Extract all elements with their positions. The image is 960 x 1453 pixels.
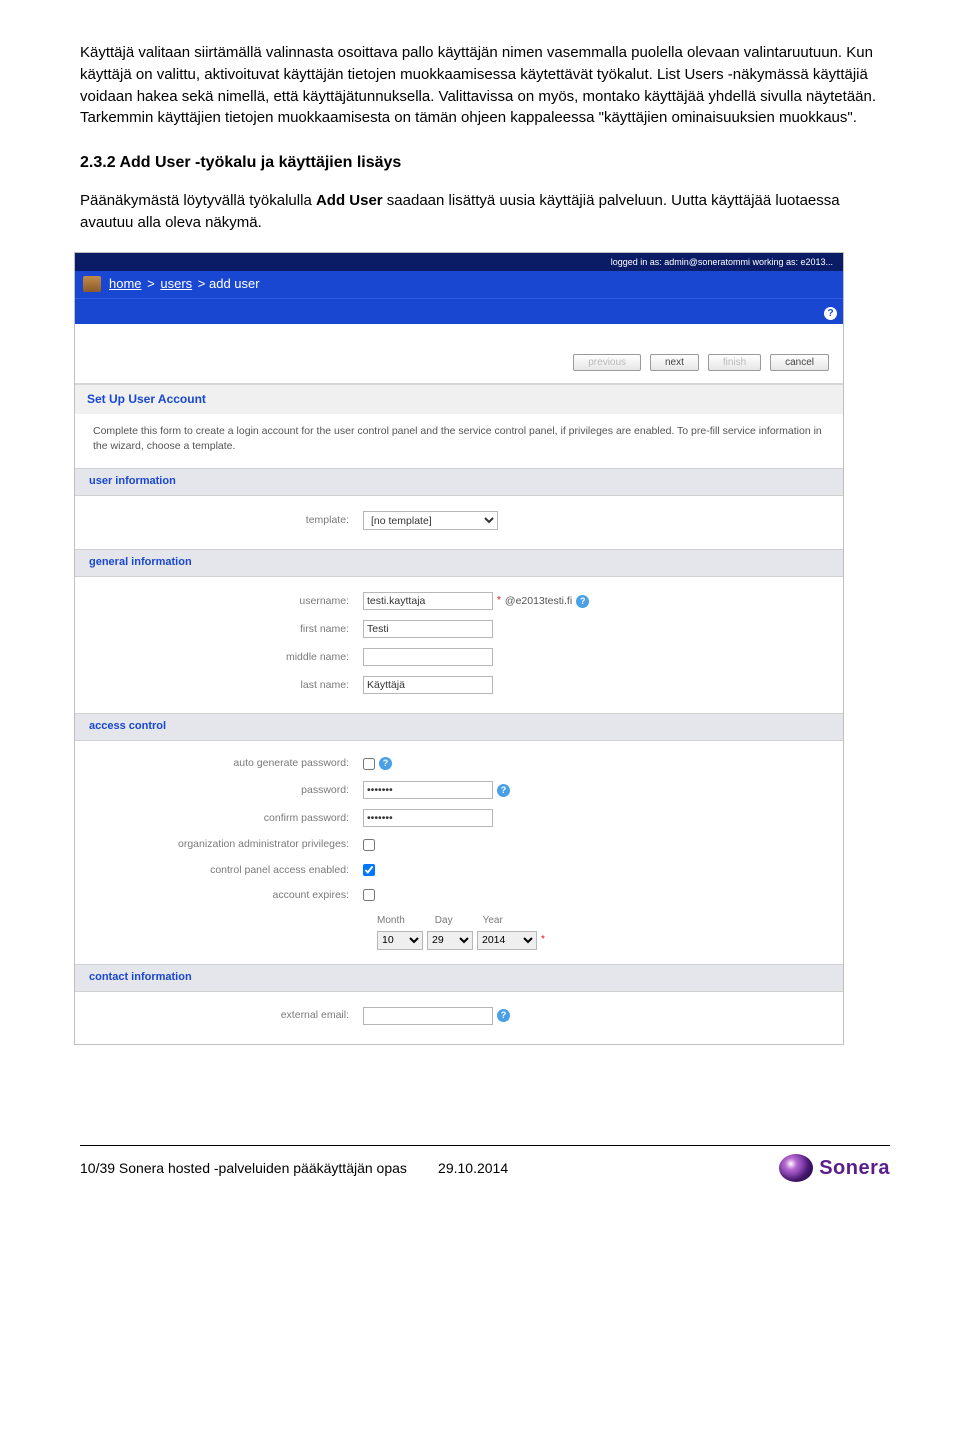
crumb-sep1: > <box>144 275 159 294</box>
username-domain: @e2013testi.fi <box>505 594 572 609</box>
blue-bar: ? <box>75 298 843 324</box>
wizard-buttons: previous next finish cancel <box>75 324 843 383</box>
crumb-sep2: > <box>194 275 209 294</box>
home-icon <box>83 276 101 292</box>
setup-desc: Complete this form to create a login acc… <box>75 414 843 468</box>
year-label: Year <box>483 914 503 929</box>
hint-icon[interactable]: ? <box>576 595 589 608</box>
confirm-label: confirm password: <box>93 811 363 826</box>
section-access: access control <box>75 713 843 741</box>
add-user-screenshot: logged in as: admin@soneratommi working … <box>74 252 844 1045</box>
middlename-label: middle name: <box>93 650 363 665</box>
day-select[interactable]: 29 <box>427 931 473 950</box>
hint-icon[interactable]: ? <box>497 784 510 797</box>
finish-button[interactable]: finish <box>708 354 761 371</box>
crumb-home[interactable]: home <box>109 275 142 294</box>
hint-icon[interactable]: ? <box>497 1009 510 1022</box>
orgadmin-checkbox[interactable] <box>363 839 375 851</box>
help-icon[interactable]: ? <box>824 307 837 320</box>
orgadmin-label: organization administrator privileges: <box>93 837 363 852</box>
required-star: * <box>497 594 501 609</box>
setup-title: Set Up User Account <box>75 383 843 414</box>
page-footer: 10/39 Sonera hosted -palveluiden pääkäyt… <box>80 1146 890 1183</box>
logged-in-bar: logged in as: admin@soneratommi working … <box>75 253 843 271</box>
password-label: password: <box>93 783 363 798</box>
section-contact: contact information <box>75 964 843 992</box>
day-label: Day <box>435 914 453 929</box>
lastname-input[interactable] <box>363 676 493 694</box>
password-input[interactable] <box>363 781 493 799</box>
p2-bold: Add User <box>316 192 383 209</box>
middlename-input[interactable] <box>363 648 493 666</box>
firstname-input[interactable] <box>363 620 493 638</box>
confirm-input[interactable] <box>363 809 493 827</box>
doc-paragraph-1: Käyttäjä valitaan siirtämällä valinnasta… <box>80 42 890 129</box>
autogen-checkbox[interactable] <box>363 758 375 770</box>
template-label: template: <box>93 513 363 528</box>
hint-icon[interactable]: ? <box>379 757 392 770</box>
expires-checkbox[interactable] <box>363 889 375 901</box>
username-input[interactable] <box>363 592 493 610</box>
section-userinfo: user information <box>75 468 843 496</box>
year-select[interactable]: 2014 <box>477 931 537 950</box>
breadcrumb: home > users > add user <box>75 271 843 298</box>
footer-left: 10/39 Sonera hosted -palveluiden pääkäyt… <box>80 1160 407 1176</box>
month-select[interactable]: 10 <box>377 931 423 950</box>
previous-button[interactable]: previous <box>573 354 641 371</box>
cpaccess-checkbox[interactable] <box>363 864 375 876</box>
footer-date: 29.10.2014 <box>438 1160 508 1176</box>
sonera-swirl-icon <box>779 1154 813 1182</box>
lastname-label: last name: <box>93 678 363 693</box>
crumb-adduser: add user <box>209 275 260 294</box>
sonera-brand: Sonera <box>819 1154 890 1183</box>
required-star: * <box>541 933 545 948</box>
autogen-label: auto generate password: <box>93 756 363 771</box>
p2-part-a: Päänäkymästä löytyvällä työkalulla <box>80 192 316 209</box>
username-label: username: <box>93 594 363 609</box>
next-button[interactable]: next <box>650 354 699 371</box>
external-email-input[interactable] <box>363 1007 493 1025</box>
month-label: Month <box>377 914 405 929</box>
expires-label: account expires: <box>93 888 363 903</box>
external-label: external email: <box>93 1008 363 1023</box>
doc-paragraph-2: Päänäkymästä löytyvällä työkalulla Add U… <box>80 190 890 234</box>
doc-heading-232: 2.3.2 Add User -työkalu ja käyttäjien li… <box>80 151 890 174</box>
template-select[interactable]: [no template] <box>363 511 498 530</box>
crumb-users[interactable]: users <box>160 275 192 294</box>
sonera-logo: Sonera <box>779 1154 890 1183</box>
section-general: general information <box>75 549 843 577</box>
cpaccess-label: control panel access enabled: <box>93 863 363 878</box>
firstname-label: first name: <box>93 622 363 637</box>
cancel-button[interactable]: cancel <box>770 354 829 371</box>
